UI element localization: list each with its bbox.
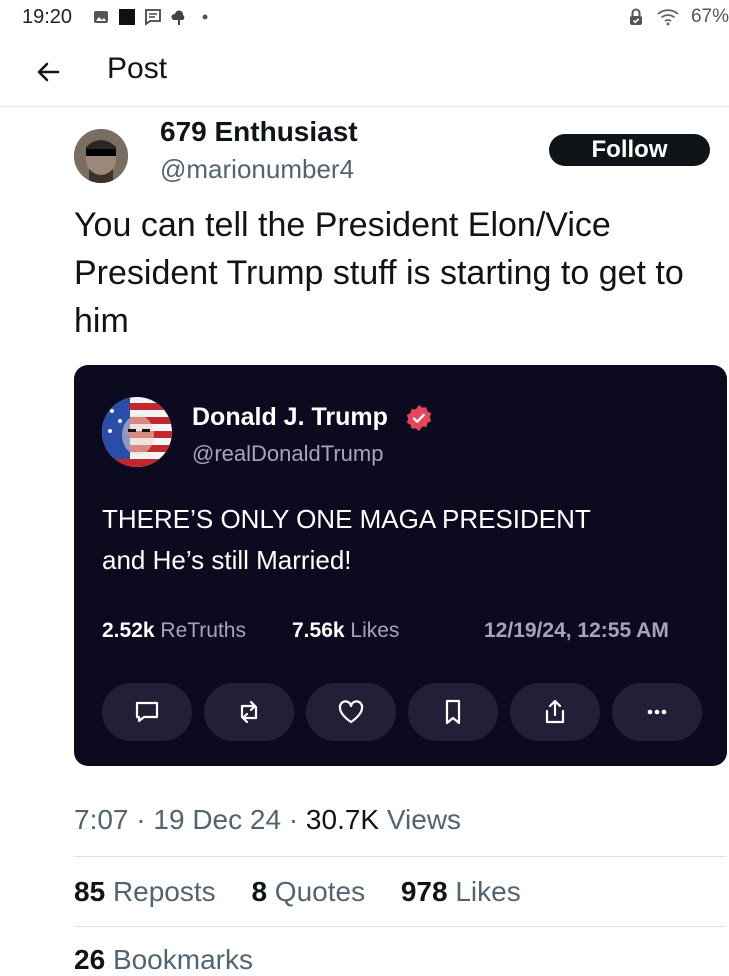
bookmarks-link[interactable]: 26 Bookmarks	[74, 944, 253, 976]
embedded-date: 12/19/24, 12:55 AM	[484, 619, 669, 642]
embedded-text-line-1: THERE’S ONLY ONE MAGA PRESIDENT	[102, 504, 591, 534]
app-bar: Post	[0, 36, 729, 107]
follow-button[interactable]: Follow	[549, 134, 710, 166]
likes-label: Likes	[455, 876, 521, 907]
heart-icon	[306, 683, 396, 741]
author-handle[interactable]: @marionumber4	[160, 154, 354, 185]
post-meta: 7:07 · 19 Dec 24 · 30.7K Views	[74, 804, 462, 835]
embedded-text-line-2: and He’s still Married!	[102, 545, 352, 575]
divider	[74, 926, 726, 927]
quotes-label: Quotes	[274, 876, 366, 907]
cloud-icon	[171, 10, 185, 25]
comment-icon	[102, 683, 192, 741]
quotes-count: 8	[251, 876, 268, 907]
embedded-likes-count: 7.56k	[292, 619, 345, 642]
retruth-icon	[204, 683, 294, 741]
verified-badge-icon	[406, 405, 432, 431]
post-text: You can tell the President Elon/Vice Pre…	[74, 206, 684, 340]
lock-icon	[629, 8, 642, 25]
square-icon	[119, 9, 135, 25]
page-title: Post	[107, 52, 168, 85]
share-icon	[510, 683, 600, 741]
views-label: Views	[386, 804, 462, 835]
embedded-post-text: THERE’S ONLY ONE MAGA PRESIDENT and He’s…	[102, 499, 702, 581]
dot-icon	[202, 14, 208, 20]
author-name[interactable]: 679 Enthusiast	[160, 116, 358, 148]
embedded-likes-label: Likes	[350, 619, 400, 642]
status-time: 19:20	[22, 6, 73, 28]
engagement-stats: 85 Reposts 8 Quotes 978 Likes	[74, 876, 549, 908]
arrow-left-icon[interactable]	[30, 54, 66, 90]
views-count: 30.7K	[305, 804, 380, 835]
battery-percent: 67%	[690, 6, 729, 27]
embedded-author-handle: @realDonaldTrump	[192, 441, 384, 466]
more-icon	[612, 683, 702, 741]
embedded-post-image[interactable]: Donald J. Trump @realDonaldTrump THERE’S…	[74, 365, 727, 766]
reposts-link[interactable]: 85 Reposts	[74, 876, 216, 907]
reposts-count: 85	[74, 876, 106, 907]
retruths-label: ReTruths	[160, 619, 246, 642]
embedded-avatar	[102, 397, 172, 467]
avatar[interactable]	[74, 129, 128, 183]
bookmarks-count: 26	[74, 944, 106, 975]
likes-link[interactable]: 978 Likes	[401, 876, 521, 907]
quotes-link[interactable]: 8 Quotes	[251, 876, 365, 907]
divider	[74, 856, 726, 857]
message-icon	[145, 9, 161, 26]
avatar-image	[74, 129, 128, 183]
embedded-author-name: Donald J. Trump	[192, 403, 388, 431]
bookmarks-label: Bookmarks	[112, 944, 253, 975]
embedded-actions	[102, 683, 702, 741]
status-bar: 19:20 67%	[0, 0, 729, 36]
bookmark-icon	[408, 683, 498, 741]
post-date: 19 Dec 24	[153, 804, 282, 835]
gallery-icon	[94, 11, 108, 23]
reposts-label: Reposts	[112, 876, 216, 907]
wifi-icon	[657, 9, 679, 26]
retruths-count: 2.52k	[102, 619, 155, 642]
likes-count: 978	[400, 876, 448, 907]
post-time: 7:07	[74, 804, 129, 835]
